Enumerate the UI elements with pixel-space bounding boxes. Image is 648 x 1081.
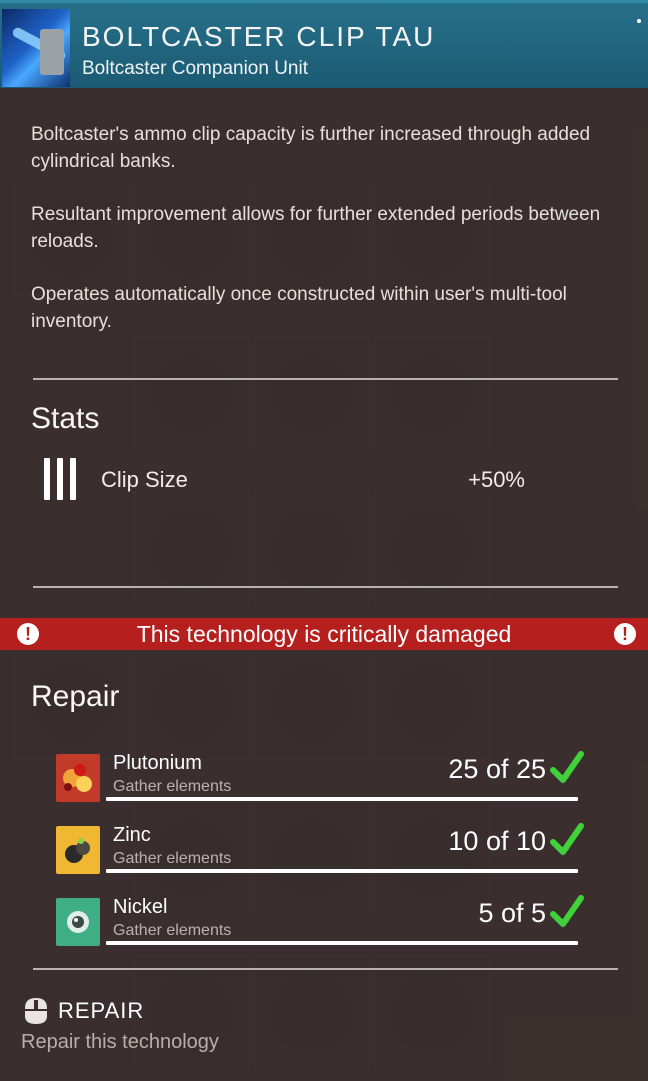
nickel-icon [56, 898, 100, 946]
resource-row-plutonium: Plutonium Gather elements 25 of 25 [56, 751, 586, 814]
stat-value: +50% [468, 467, 525, 492]
resource-hint: Gather elements [113, 850, 232, 867]
resource-count: 25 of 25 [448, 754, 546, 784]
description-paragraph: Resultant improvement allows for further… [31, 204, 601, 252]
exclamation-icon: ! [614, 623, 636, 645]
resource-progress-line [106, 941, 578, 945]
checkmark-icon [550, 823, 584, 855]
damage-warning-banner: ! This technology is critically damaged … [0, 618, 648, 650]
boltcaster-icon [2, 9, 70, 87]
stat-label: Clip Size [101, 467, 188, 492]
clip-size-icon [44, 458, 78, 500]
resource-name: Nickel [113, 896, 168, 918]
description-paragraph: Operates automatically once constructed … [31, 284, 567, 332]
repair-heading: Repair [31, 680, 120, 713]
corner-dot [637, 19, 641, 23]
divider [33, 378, 618, 380]
stats-heading: Stats [31, 402, 100, 435]
checkmark-icon [550, 751, 584, 783]
mouse-icon[interactable] [21, 996, 51, 1026]
plutonium-icon [56, 754, 100, 802]
technology-subtitle: Boltcaster Companion Unit [82, 58, 308, 79]
resource-progress-line [106, 797, 578, 801]
zinc-icon [56, 826, 100, 874]
repair-action-hint: Repair this technology [21, 1031, 219, 1053]
damage-warning-text: This technology is critically damaged [136, 621, 512, 647]
panel-header: BOLTCASTER CLIP TAU Boltcaster Companion… [0, 0, 648, 88]
resource-hint: Gather elements [113, 922, 232, 939]
divider [33, 968, 618, 970]
resource-row-nickel: Nickel Gather elements 5 of 5 [56, 895, 586, 958]
resource-name: Plutonium [113, 752, 202, 774]
divider [33, 586, 618, 588]
resource-hint: Gather elements [113, 778, 232, 795]
repair-action-button[interactable]: REPAIR [58, 998, 144, 1024]
technology-detail-panel: BOLTCASTER CLIP TAU Boltcaster Companion… [0, 0, 648, 1081]
resource-count: 5 of 5 [478, 898, 546, 928]
resource-progress-line [106, 869, 578, 873]
resource-count: 10 of 10 [448, 826, 546, 856]
resource-row-zinc: Zinc Gather elements 10 of 10 [56, 823, 586, 886]
technology-title: BOLTCASTER CLIP TAU [82, 21, 436, 52]
resource-name: Zinc [113, 824, 151, 846]
checkmark-icon [550, 895, 584, 927]
description-paragraph: Boltcaster's ammo clip capacity is furth… [31, 124, 591, 172]
